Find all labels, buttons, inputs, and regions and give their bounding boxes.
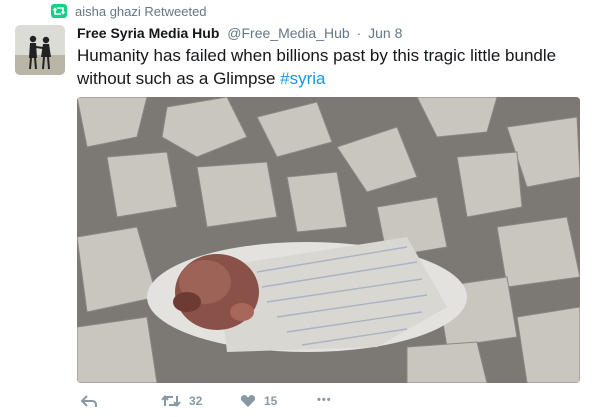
avatar[interactable] <box>15 25 65 75</box>
retweet-button[interactable]: 32 <box>161 394 202 408</box>
hashtag-link[interactable]: #syria <box>280 69 325 88</box>
tweet-media-photo[interactable] <box>77 97 580 383</box>
retweet-icon <box>51 4 67 18</box>
avatar-image <box>15 25 65 75</box>
reply-button[interactable] <box>81 394 97 408</box>
separator-dot: · <box>356 25 362 41</box>
author-name[interactable]: Free Syria Media Hub <box>77 25 219 41</box>
retweeted-by-label[interactable]: aisha ghazi Retweeted <box>75 4 207 19</box>
more-icon: ••• <box>317 394 332 406</box>
retweet-context: aisha ghazi Retweeted <box>51 2 207 20</box>
author-handle[interactable]: @Free_Media_Hub <box>227 25 349 41</box>
photo-rubble-scene <box>77 97 580 383</box>
tweet-header: Free Syria Media Hub @Free_Media_Hub · J… <box>77 25 402 41</box>
more-options-button[interactable]: ••• <box>317 394 332 406</box>
like-button[interactable]: 15 <box>240 394 277 408</box>
heart-icon <box>240 394 256 407</box>
tweet-text: Humanity has failed when billions past b… <box>77 44 582 90</box>
tweet-actions: 32 15 ••• <box>77 394 577 414</box>
reply-icon <box>81 395 97 407</box>
retweet-count: 32 <box>189 394 203 408</box>
like-count: 15 <box>264 394 278 408</box>
retweet-action-icon <box>161 394 181 408</box>
timestamp[interactable]: Jun 8 <box>368 25 402 41</box>
